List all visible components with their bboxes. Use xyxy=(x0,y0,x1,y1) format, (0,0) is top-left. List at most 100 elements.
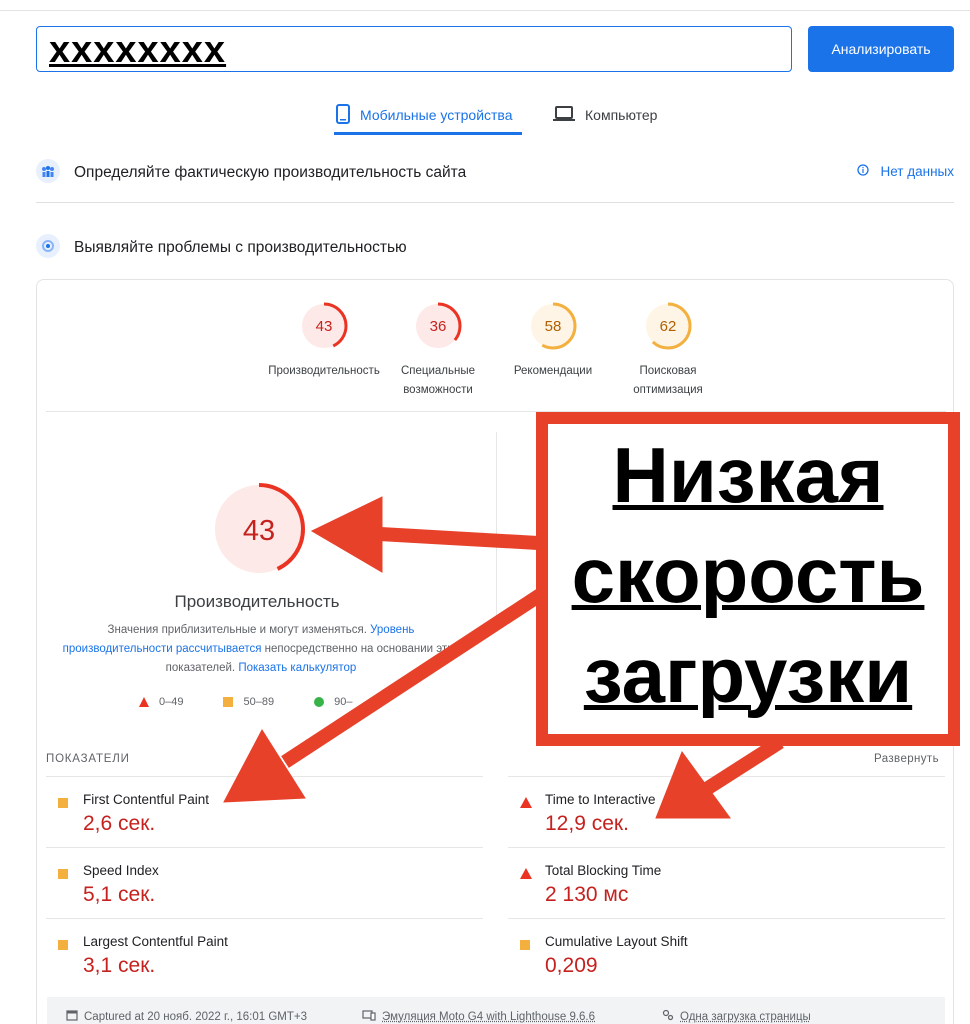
emulation-info: Эмуляция Moto G4 with Lighthouse 9.6.6 xyxy=(362,1009,595,1024)
svg-text:36: 36 xyxy=(430,318,447,335)
lab-icon xyxy=(36,233,60,263)
metric-tbt: Total Blocking Time 2 130 мс xyxy=(508,847,945,918)
square-icon xyxy=(58,798,68,808)
triangle-icon xyxy=(520,797,532,808)
laptop-icon xyxy=(553,105,575,125)
legend-good: 90– xyxy=(314,696,352,708)
report-footer: Captured at 20 нояб. 2022 г., 16:01 GMT+… xyxy=(47,997,945,1024)
svg-text:43: 43 xyxy=(316,318,333,335)
score-gauge-performance[interactable]: 43 Производительность xyxy=(264,301,384,381)
score-gauge-best-practices[interactable]: 58 Рекомендации xyxy=(493,301,613,381)
active-tab-indicator xyxy=(334,132,522,135)
metric-rating-icon xyxy=(58,937,68,955)
score-label: Поисковая оптимизация xyxy=(633,365,703,396)
metric-value: 2,6 сек. xyxy=(83,812,156,835)
section-divider xyxy=(36,202,954,203)
svg-text:58: 58 xyxy=(545,318,562,335)
show-calculator-link[interactable]: Показать калькулятор xyxy=(238,662,356,674)
metric-value: 3,1 сек. xyxy=(83,954,156,977)
field-data-title: Определяйте фактическую производительнос… xyxy=(74,164,467,181)
load-info: Одна загрузка страницы xyxy=(662,1009,811,1024)
device-icon xyxy=(362,1009,376,1024)
metric-cls: Cumulative Layout Shift 0,209 xyxy=(508,918,945,989)
url-input[interactable]: xxxxxxxx xyxy=(36,26,792,72)
metric-rating-icon xyxy=(520,937,530,955)
lab-data-title: Выявляйте проблемы с производительностью xyxy=(74,239,407,256)
captured-text: Captured at 20 нояб. 2022 г., 16:01 GMT+… xyxy=(84,1010,308,1023)
square-icon xyxy=(520,940,530,950)
no-data-label: Нет данных xyxy=(880,164,955,179)
metric-value: 5,1 сек. xyxy=(83,883,156,906)
captured-info: Captured at 20 нояб. 2022 г., 16:01 GMT+… xyxy=(66,1009,307,1024)
lab-data-section: Выявляйте проблемы с производительностью xyxy=(36,233,954,263)
score-gauge-seo[interactable]: 62 Поисковая оптимизация xyxy=(608,301,728,400)
score-ring: 62 xyxy=(644,302,692,350)
metric-tti: Time to Interactive 12,9 сек. xyxy=(508,776,945,847)
annotation-line-2: скорость xyxy=(571,531,925,619)
tab-desktop[interactable]: Компьютер xyxy=(553,96,657,134)
metric-fcp: First Contentful Paint 2,6 сек. xyxy=(46,776,483,847)
legend-poor-label: 0–49 xyxy=(159,696,184,708)
metric-name: First Contentful Paint xyxy=(83,792,210,807)
annotation-box: Низкая скорость загрузки xyxy=(536,412,960,746)
tab-desktop-label: Компьютер xyxy=(585,107,658,123)
metric-rating-icon xyxy=(520,795,532,813)
metric-rating-icon xyxy=(58,866,68,884)
device-tabs: Мобильные устройства Компьютер xyxy=(0,96,970,136)
metric-lcp: Largest Contentful Paint 3,1 сек. xyxy=(46,918,483,989)
performance-title: Производительность xyxy=(174,592,340,611)
score-ring: 43 xyxy=(300,302,348,350)
tab-mobile[interactable]: Мобильные устройства xyxy=(336,96,513,134)
calendar-icon xyxy=(66,1009,78,1024)
performance-description: Значения приблизительные и могут изменят… xyxy=(61,621,461,678)
score-ring: 58 xyxy=(529,302,577,350)
score-label: Специальные возможности xyxy=(400,365,476,396)
metric-value: 2 130 мс xyxy=(545,883,629,906)
url-value: xxxxxxxx xyxy=(49,29,227,71)
annotation-line-3: загрузки xyxy=(583,631,913,719)
no-data-link[interactable]: Нет данных xyxy=(856,164,955,179)
vertical-divider xyxy=(496,432,497,622)
square-icon xyxy=(223,697,234,707)
square-icon xyxy=(58,869,68,879)
metric-rating-icon xyxy=(58,795,68,813)
field-data-section: Определяйте фактическую производительнос… xyxy=(36,158,954,188)
score-legend: 0–49 50–89 90– xyxy=(139,696,352,708)
expand-button[interactable]: Развернуть xyxy=(874,753,939,765)
metric-name: Cumulative Layout Shift xyxy=(545,934,688,949)
metric-rating-icon xyxy=(520,866,532,884)
desc-text: Значения приблизительные и могут изменят… xyxy=(107,624,371,636)
score-gauge-accessibility[interactable]: 36 Специальные возможности xyxy=(378,301,498,400)
annotation-line-1: Низкая xyxy=(612,431,884,519)
emulation-text[interactable]: Эмуляция Moto G4 with Lighthouse 9.6.6 xyxy=(382,1011,595,1023)
metrics-header: ПОКАЗАТЕЛИ xyxy=(46,753,130,765)
metric-value: 0,209 xyxy=(545,954,598,977)
metric-name: Largest Contentful Paint xyxy=(83,934,228,949)
load-icon xyxy=(662,1009,674,1024)
score-label: Рекомендации xyxy=(513,365,593,377)
score-label: Производительность xyxy=(268,365,380,377)
metric-name: Speed Index xyxy=(83,863,159,878)
info-icon xyxy=(856,164,869,179)
circle-icon xyxy=(314,697,325,707)
performance-gauge: 43 xyxy=(213,483,305,580)
legend-poor: 0–49 xyxy=(139,696,183,708)
top-divider xyxy=(0,10,970,11)
legend-average: 50–89 xyxy=(223,696,274,708)
metric-value: 12,9 сек. xyxy=(545,812,629,835)
tab-mobile-label: Мобильные устройства xyxy=(360,107,513,123)
phone-icon xyxy=(336,103,350,127)
metric-name: Time to Interactive xyxy=(545,792,656,807)
analyze-button[interactable]: Анализировать xyxy=(808,26,954,72)
performance-score: 43 xyxy=(243,515,275,547)
users-icon xyxy=(36,158,60,188)
triangle-icon xyxy=(139,697,149,707)
square-icon xyxy=(58,940,68,950)
metric-name: Total Blocking Time xyxy=(545,863,662,878)
load-text[interactable]: Одна загрузка страницы xyxy=(680,1011,811,1023)
triangle-icon xyxy=(520,868,532,879)
legend-average-label: 50–89 xyxy=(243,696,275,708)
metric-speed-index: Speed Index 5,1 сек. xyxy=(46,847,483,918)
svg-text:62: 62 xyxy=(660,318,677,335)
legend-good-label: 90– xyxy=(334,696,353,708)
